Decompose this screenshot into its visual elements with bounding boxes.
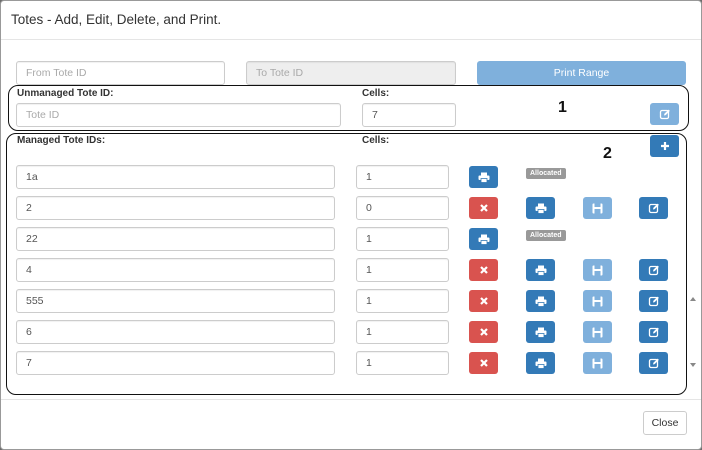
close-button[interactable]: Close xyxy=(643,411,687,435)
from-tote-id-input[interactable] xyxy=(16,61,225,85)
annotation-number-1: 1 xyxy=(558,99,567,116)
annotation-box-2 xyxy=(6,133,687,395)
list-scrollbar[interactable] xyxy=(689,292,697,372)
print-range-button[interactable]: Print Range xyxy=(477,61,686,85)
annotation-box-1 xyxy=(8,85,689,131)
modal-body: Print Range Unmanaged Tote ID: Cells: Ma… xyxy=(1,1,701,449)
annotation-number-2: 2 xyxy=(603,145,612,162)
scroll-up-icon[interactable] xyxy=(690,297,696,301)
to-tote-id-input[interactable] xyxy=(246,61,456,85)
scroll-down-icon[interactable] xyxy=(690,363,696,367)
footer-divider xyxy=(1,399,701,400)
totes-modal: Totes - Add, Edit, Delete, and Print. Pr… xyxy=(0,0,702,450)
